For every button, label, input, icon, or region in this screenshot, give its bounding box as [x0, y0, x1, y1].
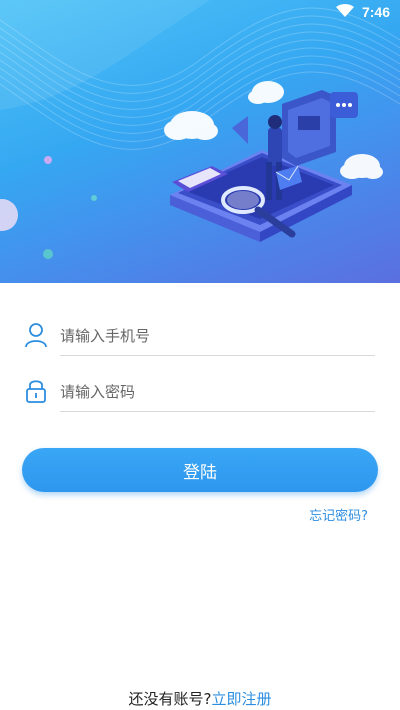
register-prompt: 还没有账号?立即注册: [0, 688, 400, 709]
status-bar: 7:46: [0, 0, 400, 24]
phone-input[interactable]: [60, 324, 360, 348]
login-button[interactable]: 登陆: [22, 448, 378, 492]
lock-icon: [24, 378, 48, 404]
password-underline: [60, 411, 375, 412]
user-icon: [24, 322, 48, 348]
phone-underline: [60, 355, 375, 356]
password-input[interactable]: [60, 380, 360, 404]
wifi-icon: [335, 3, 354, 22]
hero-banner: 7:46: [0, 0, 400, 283]
password-field: [22, 374, 378, 414]
register-prompt-text: 还没有账号?: [128, 690, 212, 708]
register-link[interactable]: 立即注册: [211, 690, 271, 708]
status-time: 7:46: [361, 4, 390, 20]
hero-illustration: [0, 0, 400, 259]
phone-field: [22, 318, 378, 358]
forgot-password-link[interactable]: 忘记密码?: [309, 505, 368, 524]
